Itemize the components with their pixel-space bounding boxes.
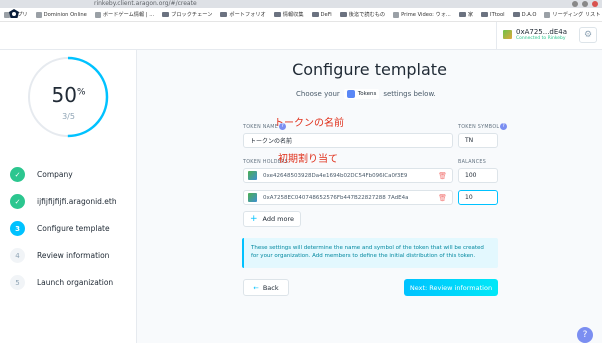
question-icon: ?: [582, 330, 588, 340]
help-button[interactable]: ?: [577, 327, 593, 343]
step-label: Company: [37, 170, 73, 179]
trash-icon[interactable]: 🗑: [438, 194, 447, 202]
token-symbol-help-icon[interactable]: ?: [500, 123, 507, 130]
plus-icon: +: [249, 214, 258, 224]
token-name-help-icon[interactable]: ?: [279, 123, 286, 130]
dominion-icon: [35, 11, 42, 18]
folder-icon: [481, 12, 489, 17]
account-avatar: [503, 30, 512, 39]
step-number: 4: [10, 248, 25, 263]
holder-address-input[interactable]: 0xe42648503928Da4e1694b02DC54Fb096ICa0f3…: [243, 168, 453, 183]
bookmark-folder[interactable]: ポートフォリオ: [220, 11, 266, 18]
browser-toolbar: [0, 0, 602, 8]
bookmarks-bar: アプリ Dominion Online ボードゲーム情報 | ... ブロックチ…: [0, 8, 602, 22]
step-configure-template: 3 Configure template: [10, 221, 110, 236]
aragon-logo-icon[interactable]: [8, 8, 20, 20]
prime-video-icon: [393, 11, 400, 18]
network-status: Connected to Rinkeby: [516, 36, 566, 41]
sidebar: 50% 3/5 ✓ Company ✓ ijfijfijfijfi.aragon…: [0, 50, 137, 343]
folder-icon: [162, 12, 170, 17]
folder-icon: [220, 12, 228, 17]
check-icon: ✓: [10, 194, 25, 209]
bookmark-folder[interactable]: 情報収集: [273, 11, 304, 18]
bookmark-folder[interactable]: ITtool: [481, 12, 505, 18]
step-label: Launch organization: [37, 278, 114, 287]
progress-steps: 3/5: [62, 112, 75, 121]
address-bar[interactable]: rinkeby.client.aragon.org/#/create: [94, 0, 197, 7]
tokens-chip: Tokens: [343, 89, 380, 99]
page-title: Configure template: [292, 60, 447, 79]
check-icon: ✓: [10, 167, 25, 182]
step-company: ✓ Company: [10, 167, 73, 182]
bookmark-folder[interactable]: ブロックチェーン: [162, 11, 212, 18]
folder-icon: [512, 12, 520, 17]
step-review-information: 4 Review information: [10, 248, 109, 263]
bookmark[interactable]: ボードゲーム情報 | ...: [94, 11, 154, 18]
identicon-icon: [248, 193, 257, 202]
extension-icons: [572, 0, 598, 8]
folder-icon: [339, 12, 347, 17]
next-button[interactable]: Next: Review information: [404, 279, 498, 296]
identicon-icon: [248, 171, 257, 180]
bookmark-folder[interactable]: 家: [458, 11, 473, 18]
account-address: 0xA725...dE4a: [516, 28, 568, 36]
bookmark-folder[interactable]: 後迄で読むもの: [339, 11, 385, 18]
folder-icon: [273, 12, 281, 17]
step-label: Configure template: [37, 224, 110, 233]
add-more-button[interactable]: + Add more: [243, 211, 301, 227]
step-number: 3: [10, 221, 25, 236]
step-number: 5: [10, 275, 25, 290]
gear-icon: ⚙: [583, 30, 593, 40]
step-domain: ✓ ijfijfijfijfi.aragonid.eth: [10, 194, 117, 209]
reading-list[interactable]: リーディング リスト: [544, 11, 600, 18]
progress-percent: 50%: [51, 83, 86, 107]
back-button[interactable]: ← Back: [243, 279, 289, 296]
trash-icon[interactable]: 🗑: [438, 172, 447, 180]
extension-icon[interactable]: [582, 1, 588, 7]
token-name-input[interactable]: トークンの名前: [243, 133, 453, 148]
folder-icon: [458, 12, 466, 17]
token-symbol-input[interactable]: TN: [458, 133, 498, 148]
holder-address-input[interactable]: 0xA7258EC040748652576Fb447B22827288 7AdE…: [243, 190, 453, 205]
site-icon: [94, 11, 101, 18]
bookmark[interactable]: Prime Video: ウォ...: [393, 11, 451, 18]
balance-input[interactable]: 10: [458, 190, 498, 205]
profile-icon[interactable]: [592, 1, 598, 7]
step-label: Review information: [37, 251, 110, 260]
balances-label: BALANCES: [458, 160, 487, 165]
settings-button[interactable]: ⚙: [579, 27, 597, 43]
folder-icon: [311, 12, 319, 17]
annotation-initial-allocation: 初期割り当て: [278, 154, 338, 165]
page-subtitle: Choose your Tokens settings below.: [296, 89, 436, 99]
bookmark-folder[interactable]: DeFi: [311, 12, 332, 18]
bookmark-folder[interactable]: D.A.O: [512, 12, 536, 18]
step-label: ijfijfijfijfi.aragonid.eth: [37, 197, 117, 206]
balance-input[interactable]: 100: [458, 168, 498, 183]
reading-list-icon: [544, 11, 551, 18]
arrow-left-icon: ←: [253, 283, 259, 292]
header-divider: [496, 22, 497, 50]
account-badge[interactable]: 0xA725...dE4a Connected to Rinkeby: [503, 28, 567, 41]
bookmark[interactable]: Dominion Online: [35, 11, 87, 18]
token-symbol-label: TOKEN SYMBOL: [458, 125, 500, 130]
extension-icon[interactable]: [572, 1, 578, 7]
tokens-icon: [346, 90, 355, 98]
info-box: These settings will determine the name a…: [242, 238, 498, 268]
step-launch-organization: 5 Launch organization: [10, 275, 113, 290]
token-name-label: TOKEN NAME: [243, 125, 279, 130]
